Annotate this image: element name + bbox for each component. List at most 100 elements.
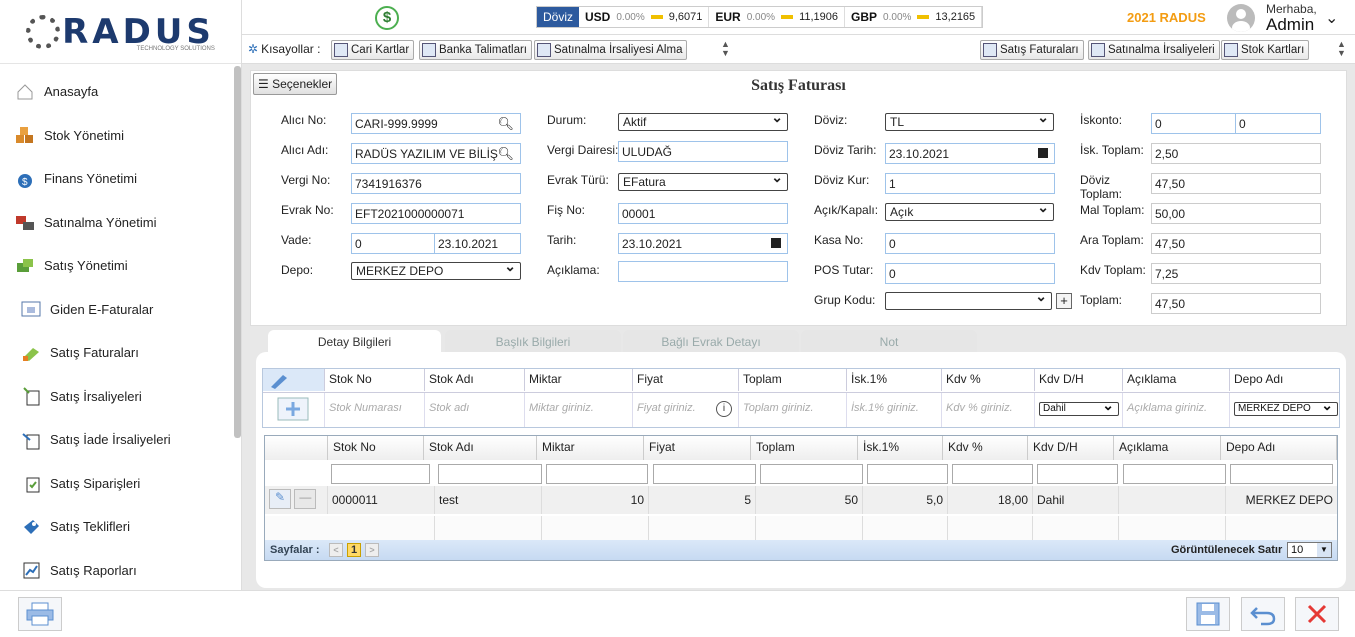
grid-header[interactable]: Miktar xyxy=(537,436,644,460)
table-cell[interactable]: 50 xyxy=(756,486,863,514)
currency-dollar-icon[interactable]: $ xyxy=(375,6,399,30)
durum-select[interactable]: Aktif xyxy=(618,110,788,131)
table-cell[interactable]: 5 xyxy=(649,486,756,514)
calendar-icon[interactable] xyxy=(771,238,781,248)
kasa-no-field[interactable]: 0 xyxy=(885,233,1055,254)
grid-header[interactable]: Stok Adı xyxy=(424,436,537,460)
sidebar-item-satis-siparisleri[interactable]: Satış Siparişleri xyxy=(0,462,241,506)
scroll-arrows-icon[interactable]: ▲ ▼ xyxy=(721,40,730,58)
save-button[interactable] xyxy=(1186,597,1230,631)
sidebar-item-satis-iade[interactable]: Satış İade İrsaliyeleri xyxy=(0,418,241,462)
tab-baslik[interactable]: Başlık Bilgileri xyxy=(445,330,621,354)
shortcut-satinalma-irsaliyeleri[interactable]: Satınalma İrsaliyeleri xyxy=(1088,40,1220,60)
filter-input[interactable] xyxy=(760,464,863,484)
shortcut-satinalma-irsaliye[interactable]: Satınalma İrsaliyesi Alma xyxy=(534,40,688,60)
grid-header[interactable]: Toplam xyxy=(751,436,858,460)
fiyat-input[interactable]: Fiyat giriniz. i xyxy=(633,393,739,427)
vergi-dairesi-field[interactable]: ULUDAĞ xyxy=(618,141,788,162)
table-cell[interactable]: 18,00 xyxy=(948,486,1033,514)
grid-header[interactable]: Fiyat xyxy=(644,436,751,460)
close-button[interactable] xyxy=(1295,597,1339,631)
tab-bagli-evrak[interactable]: Bağlı Evrak Detayı xyxy=(623,330,799,354)
chevron-down-icon[interactable]: ⌄ xyxy=(1325,8,1338,28)
alici-adi-field[interactable]: RADÜS YAZILIM VE BİLİŞ 🔍︎ xyxy=(351,143,521,164)
grup-kodu-select[interactable] xyxy=(885,289,1052,310)
next-page-icon[interactable]: > xyxy=(365,543,379,557)
filter-input[interactable] xyxy=(546,464,648,484)
toplam-input[interactable]: Toplam giriniz. xyxy=(739,393,847,427)
filter-input[interactable] xyxy=(653,464,756,484)
alici-no-field[interactable]: CARI-999.9999 🔍︎ xyxy=(351,113,521,134)
scroll-arrows-icon[interactable]: ▲ ▼ xyxy=(1337,40,1346,58)
grid-header[interactable]: Kdv D/H xyxy=(1028,436,1114,460)
table-cell[interactable]: MERKEZ DEPO xyxy=(1226,486,1337,514)
kdv-input[interactable]: Kdv % giriniz. xyxy=(942,393,1035,427)
remove-icon[interactable]: — xyxy=(294,489,317,509)
filter-input[interactable] xyxy=(438,464,542,484)
miktar-input[interactable]: Miktar giriniz. xyxy=(525,393,633,427)
sidebar-item-stok[interactable]: Stok Yönetimi xyxy=(0,114,241,158)
isk-input[interactable]: İsk.1% giriniz. xyxy=(847,393,942,427)
shortcut-stok-kartlari[interactable]: Stok Kartları xyxy=(1221,40,1310,60)
calendar-icon[interactable] xyxy=(1038,148,1048,158)
undo-button[interactable] xyxy=(1241,597,1285,631)
edit-icon[interactable]: ✎ xyxy=(269,489,291,509)
vergi-no-field[interactable]: 7341916376 xyxy=(351,173,521,194)
doviz-tarih-field[interactable]: 23.10.2021 xyxy=(885,143,1055,164)
doviz-kur-field[interactable]: 1 xyxy=(885,173,1055,194)
filter-input[interactable] xyxy=(1037,464,1118,484)
evrak-no-field[interactable]: EFT2021000000071 xyxy=(351,203,521,224)
kdv-dh-select[interactable]: Dahil xyxy=(1039,399,1119,416)
add-group-button[interactable]: + xyxy=(1056,293,1072,309)
sidebar-item-anasayfa[interactable]: Anasayfa xyxy=(0,70,241,114)
acik-kapali-select[interactable]: Açık xyxy=(885,200,1054,221)
filter-input[interactable] xyxy=(1123,464,1226,484)
table-cell[interactable]: 10 xyxy=(542,486,649,514)
search-icon[interactable]: 🔍︎ xyxy=(497,147,514,161)
filter-input[interactable] xyxy=(952,464,1033,484)
logo[interactable]: RADUS TECHNOLOGY SOLUTIONS xyxy=(0,0,241,64)
avatar[interactable] xyxy=(1227,4,1255,32)
vade-date-field[interactable]: 23.10.2021 xyxy=(434,233,521,254)
sidebar-item-satis-teklifleri[interactable]: Satış Teklifleri xyxy=(0,505,241,549)
shortcut-satis-faturalari[interactable]: Satış Faturaları xyxy=(980,40,1084,60)
sidebar-item-satis-irsaliyeleri[interactable]: Satış İrsaliyeleri xyxy=(0,375,241,419)
grid-header[interactable]: Kdv % xyxy=(943,436,1028,460)
sidebar-item-satis[interactable]: Satış Yönetimi xyxy=(0,244,241,288)
iskonto1-field[interactable]: 0 xyxy=(1151,113,1236,134)
shortcut-banka[interactable]: Banka Talimatları xyxy=(419,40,532,60)
filter-input[interactable] xyxy=(1230,464,1333,484)
stok-no-input[interactable]: Stok Numarası xyxy=(325,393,425,427)
rows-select[interactable]: 10 ▼ xyxy=(1287,542,1332,558)
table-cell[interactable]: 5,0 xyxy=(863,486,948,514)
tarih-field[interactable]: 23.10.2021 xyxy=(618,233,788,254)
page-number[interactable]: 1 xyxy=(347,543,361,557)
sidebar-scrollbar[interactable] xyxy=(234,66,241,438)
add-row-button[interactable] xyxy=(263,393,325,427)
prev-page-icon[interactable]: < xyxy=(329,543,343,557)
sidebar-item-finans[interactable]: $ Finans Yönetimi xyxy=(0,157,241,201)
username[interactable]: Admin xyxy=(1266,15,1314,35)
shortcut-cari-kartlar[interactable]: Cari Kartlar xyxy=(331,40,415,60)
grid-header[interactable]: Stok No xyxy=(328,436,424,460)
sidebar-item-giden-efatura[interactable]: Giden E-Faturalar xyxy=(0,288,241,332)
table-cell[interactable]: 0000011 xyxy=(328,486,435,514)
pos-tutar-field[interactable]: 0 xyxy=(885,263,1055,284)
fis-no-field[interactable]: 00001 xyxy=(618,203,788,224)
tab-not[interactable]: Not xyxy=(801,330,977,354)
iskonto2-field[interactable]: 0 xyxy=(1235,113,1321,134)
table-cell[interactable] xyxy=(1119,486,1226,514)
info-icon[interactable]: i xyxy=(716,401,732,417)
grid-header[interactable]: Depo Adı xyxy=(1221,436,1337,460)
search-icon[interactable]: 🔍︎ xyxy=(497,117,514,131)
print-button[interactable] xyxy=(18,597,62,631)
sidebar-item-satinalma[interactable]: Satınalma Yönetimi xyxy=(0,201,241,245)
grid-header[interactable]: İsk.1% xyxy=(858,436,943,460)
vade-days-field[interactable]: 0 xyxy=(351,233,435,254)
doviz-select[interactable]: TL xyxy=(885,110,1054,131)
depo-select[interactable]: MERKEZ DEPO xyxy=(1234,399,1338,416)
evrak-turu-select[interactable]: EFatura xyxy=(618,170,788,191)
grid-header[interactable]: Açıklama xyxy=(1114,436,1221,460)
stok-adi-input[interactable]: Stok adı xyxy=(425,393,525,427)
table-cell[interactable]: Dahil xyxy=(1033,486,1119,514)
